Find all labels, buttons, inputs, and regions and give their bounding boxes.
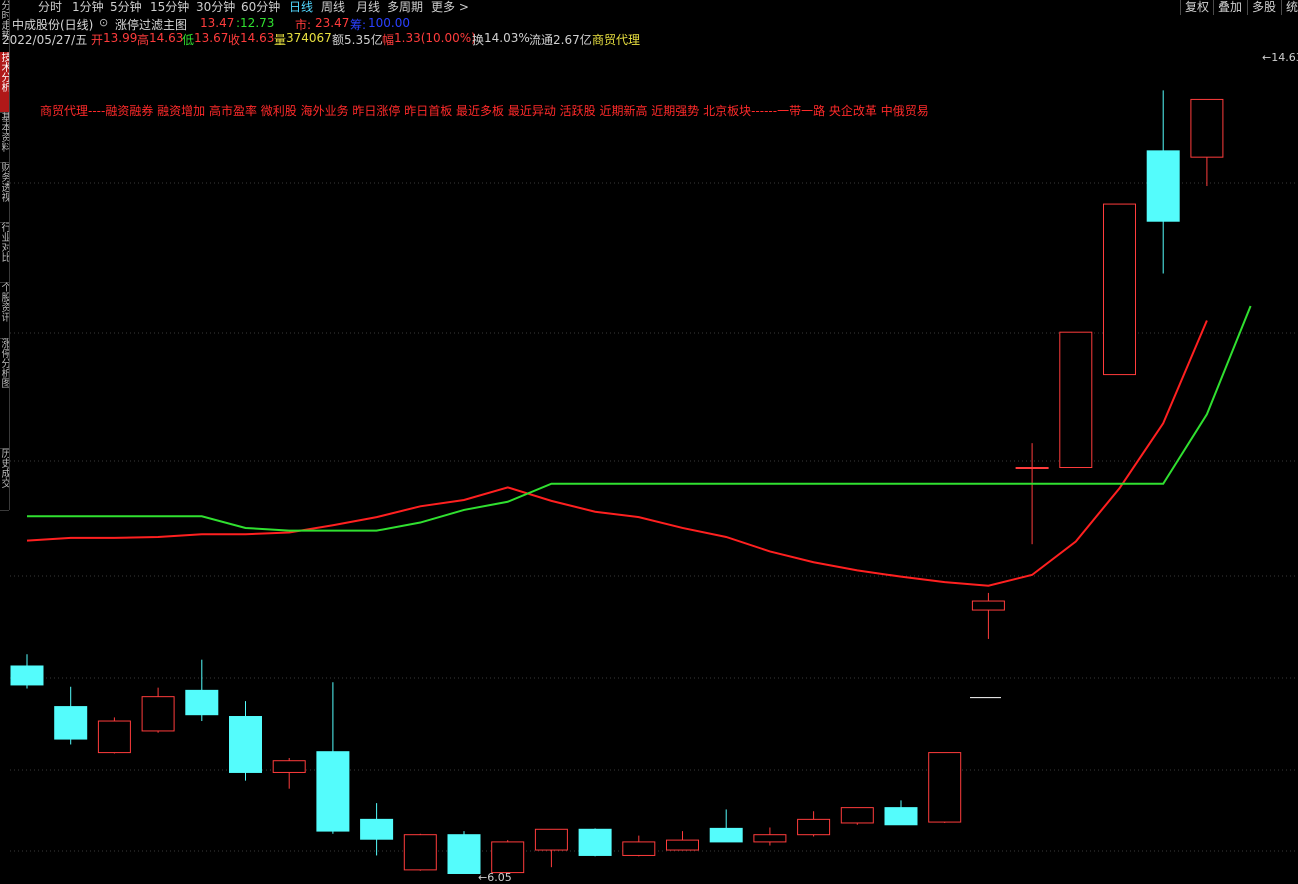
high-label: 高 [137, 33, 150, 47]
high-price-label: 14.63 [1271, 51, 1298, 64]
amount-label: 额 [332, 33, 345, 47]
candle-body-down [229, 716, 262, 773]
toolbar-button[interactable]: 统 [1281, 0, 1298, 15]
low-label: 低 [182, 33, 195, 47]
sidebar-tab[interactable]: 个股资讯 [0, 282, 9, 339]
amount-value: 5.35亿 [344, 33, 383, 47]
candle-body-down [578, 828, 612, 856]
high-price-marker: ←14.63 [1262, 51, 1298, 64]
candle-body-up [971, 600, 1005, 611]
red-filter-line [26, 320, 1208, 587]
candle-body-down [10, 665, 44, 686]
left-sidebar: 分时走势 技术分析 基本资料 财务透视 行业对比 个股资讯 涨停分析图 历史成交 [0, 0, 10, 511]
period-tab[interactable]: 周线 [321, 0, 345, 15]
arrow-icon: ← [1262, 51, 1272, 64]
candle-body-up [403, 834, 437, 871]
indicator-value-2: :12.73 [236, 16, 275, 30]
toolbar-button[interactable]: 复权 [1180, 0, 1209, 15]
period-tab[interactable]: 5分钟 [110, 0, 142, 15]
indicator-value-4: 100.00 [368, 16, 410, 30]
period-toolbar: 分时 1分钟 5分钟 15分钟 30分钟 60分钟 日线 周线 月线 多周期 更多 > 复权 叠加 多股统 [10, 0, 1298, 15]
turnover-label: 换 [472, 33, 485, 47]
period-tab[interactable]: 更多 > [431, 0, 469, 15]
candle-body-up [491, 841, 525, 874]
period-tab[interactable]: 15分钟 [150, 0, 189, 15]
candlestick-chart[interactable] [10, 48, 1298, 878]
sector-name: 商贸代理 [592, 33, 641, 47]
sidebar-tab[interactable]: 涨停分析图 [0, 338, 9, 449]
sidebar-tab[interactable]: 基本资料 [0, 112, 9, 163]
candle-body-down [709, 827, 743, 843]
candle-body-up [753, 834, 787, 843]
close-value: 14.63 [240, 31, 275, 45]
close-label: 收 [228, 33, 241, 47]
indicator-value-3: 23.47 [315, 16, 350, 30]
open-label: 开 [91, 33, 104, 47]
candle-body-up [534, 828, 568, 851]
candle-body-up [97, 720, 131, 754]
period-tab[interactable]: 30分钟 [196, 0, 235, 15]
dropdown-icon[interactable]: ⊙ [99, 16, 108, 29]
period-tab[interactable]: 60分钟 [241, 0, 280, 15]
candle-body-down [360, 818, 394, 840]
volume-label: 量 [274, 33, 287, 47]
period-tab[interactable]: 日线 [289, 0, 313, 15]
candle-body-up [1015, 467, 1049, 470]
candle-body-down [447, 834, 481, 874]
sidebar-tab[interactable]: 行业对比 [0, 222, 9, 283]
open-value: 13.99 [103, 31, 138, 45]
candle-body-up [928, 752, 962, 823]
candle-body-up [272, 760, 306, 773]
toolbar-button[interactable]: 叠加 [1213, 0, 1242, 15]
sidebar-tab[interactable]: 技术分析 [0, 52, 9, 113]
candle-body-up [840, 807, 874, 824]
candle-body-up [1059, 331, 1093, 469]
quote-date: 2022/05/27/五 [2, 33, 88, 47]
change-value: 1.33(10.00%) [394, 31, 476, 45]
period-tab[interactable]: 月线 [356, 0, 380, 15]
indicator-value-1: 13.47 [200, 16, 235, 30]
change-label: 幅 [382, 33, 395, 47]
float-value: 2.67亿 [553, 33, 592, 47]
candle-body-up [666, 839, 699, 851]
period-tab[interactable]: 分时 [38, 0, 62, 15]
candle-body-up [1103, 203, 1136, 376]
candle-body-up [1190, 98, 1224, 158]
volume-value: 374067 [286, 31, 332, 45]
candle-body-down [1146, 150, 1180, 222]
period-tab[interactable]: 1分钟 [72, 0, 104, 15]
candle-body-down [185, 689, 219, 716]
candle-body-down [54, 706, 88, 740]
candle-body-down [884, 807, 918, 826]
float-label: 流通 [529, 33, 554, 47]
concept-annotation: 商贸代理----融资融券 融资增加 高市盈率 微利股 海外业务 昨日涨停 昨日首… [40, 104, 929, 118]
toolbar-button[interactable]: 多股 [1247, 0, 1276, 15]
candle-body-up [797, 818, 831, 836]
high-value: 14.63 [149, 31, 184, 45]
period-tab[interactable]: 多周期 [387, 0, 423, 15]
turnover-value: 14.03% [484, 31, 530, 45]
candle-body-down [316, 751, 350, 832]
candle-body-up [141, 696, 175, 732]
candle-body-up [622, 841, 656, 856]
sidebar-tab[interactable]: 历史成交 [0, 448, 9, 511]
low-value: 13.67 [194, 31, 229, 45]
sidebar-tab[interactable]: 财务透视 [0, 162, 9, 223]
